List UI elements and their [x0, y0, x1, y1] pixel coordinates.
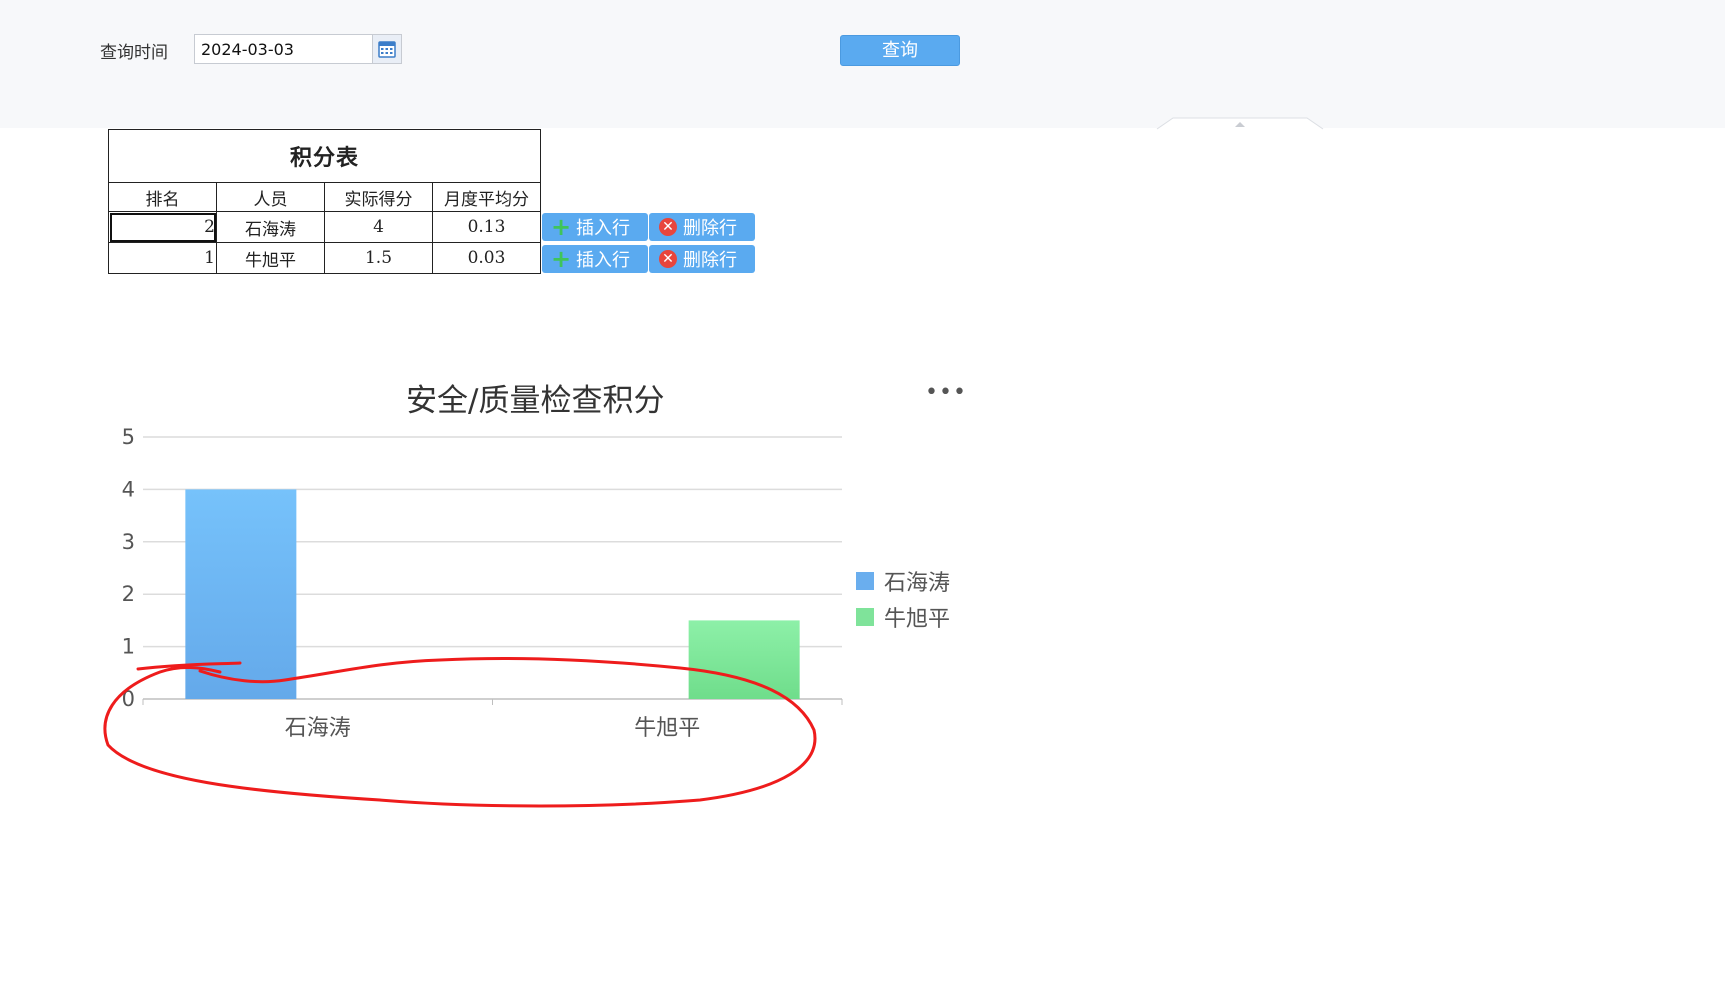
bar-chart: 012345 石海涛 牛旭平: [103, 425, 843, 808]
chart-legend: 石海涛 牛旭平: [856, 563, 950, 635]
y-tick-label: 3: [122, 530, 135, 554]
bar-牛旭平[interactable]: [688, 620, 800, 699]
legend-swatch: [856, 608, 874, 626]
y-tick-label: 5: [122, 425, 135, 449]
y-tick-label: 4: [122, 477, 135, 501]
legend-label: 牛旭平: [884, 607, 951, 632]
x-category-label: 石海涛: [285, 716, 351, 741]
y-tick-label: 2: [122, 582, 135, 606]
legend-item[interactable]: 牛旭平: [856, 599, 950, 635]
y-tick-label: 1: [122, 635, 135, 659]
legend-label: 石海涛: [884, 571, 951, 596]
legend-item[interactable]: 石海涛: [856, 563, 950, 599]
x-category-label: 牛旭平: [634, 716, 700, 741]
legend-swatch: [856, 572, 874, 590]
